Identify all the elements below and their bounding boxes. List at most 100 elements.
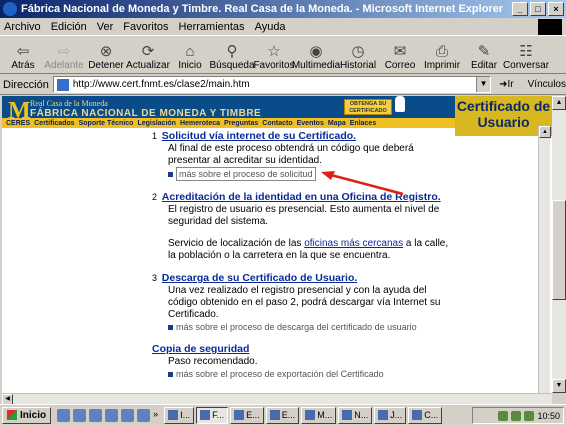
tray-icon[interactable]: [511, 410, 522, 421]
history-icon: ◷: [351, 43, 365, 60]
web-page: M Real Casa de la Moneda FÁBRICA NACIONA…: [2, 96, 552, 393]
toolbar-label: Actualizar: [126, 60, 170, 71]
toolbar-label: Atrás: [11, 60, 35, 71]
toolbar-label: Historial: [339, 60, 377, 71]
step-1: 1 Solicitud vía internet de su Certifica…: [152, 130, 452, 181]
task-button-active[interactable]: F...: [196, 406, 229, 424]
links-button[interactable]: Vínculos: [528, 79, 566, 90]
nav-contacto[interactable]: Contacto: [262, 120, 292, 127]
toolbar-bsqueda-button[interactable]: ⚲ Búsqueda: [209, 35, 254, 71]
backup-link[interactable]: Copia de seguridad: [152, 343, 249, 355]
minimize-button[interactable]: _: [512, 2, 528, 16]
quicklaunch-icon[interactable]: [73, 408, 87, 422]
frame-scrollbar[interactable]: ▲: [538, 126, 551, 393]
page-icon: [56, 78, 69, 91]
horizontal-scrollbar[interactable]: ◀: [2, 393, 552, 405]
tray-icon[interactable]: [498, 410, 509, 421]
toolbar-label: Conversar: [502, 60, 550, 71]
discuss-icon: ☷: [519, 43, 533, 60]
task-button[interactable]: I...: [164, 406, 195, 424]
nav-eventos[interactable]: Eventos: [297, 120, 324, 127]
quicklaunch-icon[interactable]: [57, 408, 71, 422]
more-request-link[interactable]: más sobre el proceso de solicitud: [168, 167, 452, 181]
toolbar-editar-button[interactable]: ✎ Editar: [464, 35, 504, 71]
title-bar: Fábrica Nacional de Moneda y Timbre. Rea…: [0, 0, 566, 18]
toolbar-multimedia-button[interactable]: ◉ Multimedia: [292, 35, 340, 71]
step-3: 3 Descarga de su Certificado de Usuario.…: [152, 272, 452, 333]
task-button[interactable]: C...: [408, 406, 443, 424]
nav-mapa[interactable]: Mapa: [328, 120, 346, 127]
multimedia-icon: ◉: [309, 43, 323, 60]
toolbar-detener-button[interactable]: ⊗ Detener: [86, 35, 126, 71]
nav-preguntas[interactable]: Preguntas: [224, 120, 258, 127]
address-input[interactable]: http://www.cert.fnmt.es/clase2/main.htm …: [52, 76, 492, 93]
step-1-link[interactable]: Solicitud vía internet de su Certificado…: [162, 130, 356, 142]
home-icon: ⌂: [185, 42, 195, 60]
step-number: 1: [152, 131, 158, 141]
go-button[interactable]: ➜Ir: [499, 79, 514, 90]
nav-soporte[interactable]: Soporte Técnico: [79, 120, 134, 127]
ie-icon: [3, 2, 17, 16]
nav-ceres[interactable]: CERES: [6, 120, 30, 127]
tray-icon[interactable]: [524, 410, 535, 421]
toolbar-historial-button[interactable]: ◷ Historial: [338, 35, 378, 71]
task-button[interactable]: N...: [338, 406, 373, 424]
task-button[interactable]: E...: [265, 406, 300, 424]
nearest-offices-link[interactable]: oficinas más cercanas: [304, 238, 403, 249]
menu-ver[interactable]: Ver: [97, 21, 114, 33]
site-nav: CERES Certificados Soporte Técnico Legis…: [2, 118, 455, 128]
nav-hemeroteca[interactable]: Hemeroteca: [180, 120, 220, 127]
toolbar-correo-button[interactable]: ✉ Correo: [380, 35, 420, 71]
address-bar: Dirección http://www.cert.fnmt.es/clase2…: [0, 75, 566, 95]
toolbar-label: Detener: [88, 60, 124, 71]
more-export-link[interactable]: más sobre el proceso de exportación del …: [168, 368, 452, 380]
quicklaunch-icon[interactable]: [137, 408, 151, 422]
back-arrow-icon: ⇦: [16, 43, 30, 60]
menu-archivo[interactable]: Archivo: [4, 21, 41, 33]
banner-line1: Real Casa de la Moneda: [30, 99, 108, 108]
toolbar-inicio-button[interactable]: ⌂ Inicio: [170, 35, 210, 72]
nav-enlaces[interactable]: Enlaces: [350, 120, 376, 127]
frame-scroll-up-icon[interactable]: ▲: [539, 126, 551, 138]
menu-bar: Archivo Edición Ver Favoritos Herramient…: [0, 18, 566, 36]
edit-icon: ✎: [477, 43, 491, 60]
more-download-link[interactable]: más sobre el proceso de descarga del cer…: [168, 321, 452, 333]
windows-logo-icon: [538, 19, 562, 35]
scroll-thumb[interactable]: [552, 200, 566, 300]
scroll-up-icon[interactable]: ▲: [552, 96, 566, 110]
quicklaunch-icon[interactable]: [121, 408, 135, 422]
step-3-link[interactable]: Descarga de su Certificado de Usuario.: [162, 272, 357, 284]
address-dropdown-icon[interactable]: ▼: [476, 77, 491, 92]
nav-certificados[interactable]: Certificados: [34, 120, 74, 127]
maximize-button[interactable]: □: [530, 2, 546, 16]
menu-favoritos[interactable]: Favoritos: [123, 21, 168, 33]
quicklaunch-icon[interactable]: [89, 408, 103, 422]
task-button[interactable]: J...: [374, 406, 407, 424]
start-button[interactable]: Inicio: [2, 406, 52, 424]
toolbar-conversar-button[interactable]: ☷ Conversar: [502, 35, 550, 71]
step-2: 2 Acreditación de la identidad en una Of…: [152, 191, 452, 262]
menu-edicion[interactable]: Edición: [51, 21, 87, 33]
stop-icon: ⊗: [99, 43, 113, 60]
close-button[interactable]: ×: [548, 2, 564, 16]
toolbar-adelante-button[interactable]: ⇨ Adelante: [44, 35, 84, 71]
toolbar-label: Inicio: [178, 60, 202, 71]
quicklaunch-icon[interactable]: [105, 408, 119, 422]
toolbar-imprimir-button[interactable]: ⎙ Imprimir: [422, 35, 462, 72]
toolbar-actualizar-button[interactable]: ⟳ Actualizar: [126, 35, 170, 71]
search-icon: ⚲: [226, 43, 238, 60]
menu-ayuda[interactable]: Ayuda: [255, 21, 286, 33]
scroll-down-icon[interactable]: ▼: [552, 379, 566, 393]
taskbar: Inicio » I... F... E... E... M... N... J…: [0, 404, 566, 425]
task-button[interactable]: M...: [301, 406, 337, 424]
toolbar-atrs-button[interactable]: ⇦ Atrás: [4, 35, 42, 71]
step-2-office-text: Servicio de localización de las oficinas…: [168, 238, 449, 261]
toolbar-label: Multimedia: [291, 60, 341, 71]
menu-herramientas[interactable]: Herramientas: [179, 21, 245, 33]
nav-legislacion[interactable]: Legislación: [137, 120, 176, 127]
toolbar-favoritos-button[interactable]: ☆ Favoritos: [253, 35, 294, 71]
obtain-certificate-button[interactable]: OBTENGA SU CERTIFICADO: [344, 99, 392, 115]
task-button[interactable]: E...: [230, 406, 264, 424]
vertical-scrollbar[interactable]: ▲ ▼: [552, 96, 566, 393]
quicklaunch-more[interactable]: »: [153, 409, 158, 422]
